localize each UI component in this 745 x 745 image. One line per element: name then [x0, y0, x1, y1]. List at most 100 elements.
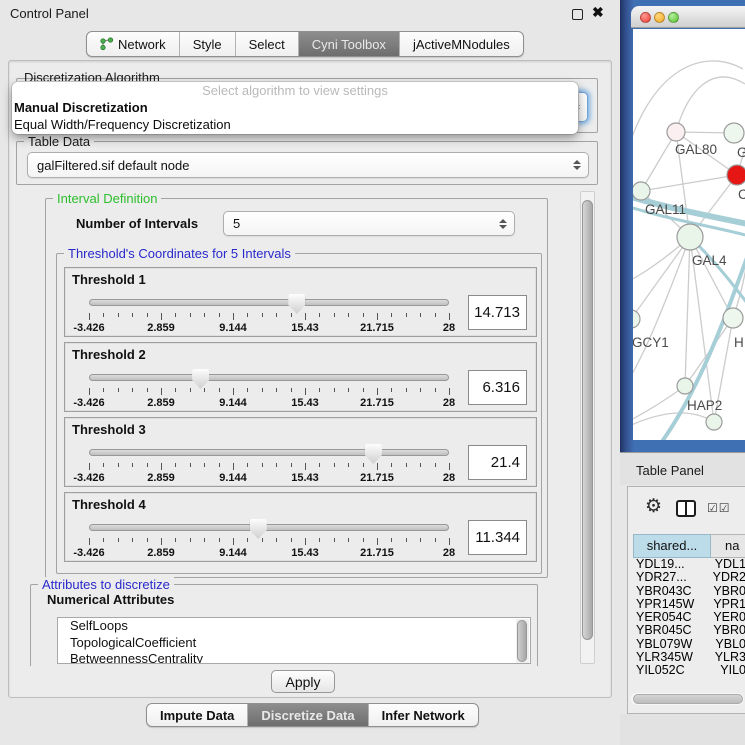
- table-body: YDL19...YDL1YDR27...YDR2YBR043CYBR0YPR14…: [633, 558, 745, 678]
- bottom-filler: [620, 714, 745, 745]
- list-scrollbar[interactable]: [516, 619, 529, 664]
- tick-mark: [262, 313, 263, 317]
- threshold-value-field[interactable]: 6.316: [468, 370, 527, 405]
- tick-mark: [89, 463, 90, 470]
- gear-icon[interactable]: ⚙: [645, 497, 662, 516]
- cell-shared-name: YER054C: [633, 611, 701, 624]
- tick-mark: [175, 313, 176, 317]
- tick-mark: [420, 463, 421, 467]
- table-row[interactable]: YLR345WYLR3: [633, 651, 745, 664]
- tick-mark: [276, 463, 277, 467]
- settings-scrollbar[interactable]: [580, 191, 595, 664]
- tick-mark: [103, 313, 104, 317]
- threshold-value-field[interactable]: 14.713: [468, 295, 527, 330]
- minimize-traffic-light[interactable]: [654, 12, 665, 23]
- column-header-shared[interactable]: shared...: [633, 534, 711, 558]
- threshold-value-field[interactable]: 21.4: [468, 445, 527, 480]
- network-node[interactable]: [667, 123, 685, 141]
- tab-style[interactable]: Style: [179, 32, 235, 56]
- slider-track[interactable]: [89, 299, 449, 306]
- close-traffic-light[interactable]: [640, 12, 651, 23]
- table-row[interactable]: YIL052CYIL0: [633, 664, 745, 677]
- tick-mark: [334, 313, 335, 317]
- tick-mark: [89, 313, 90, 320]
- tick-mark: [190, 538, 191, 542]
- tick-mark: [305, 313, 306, 320]
- network-node[interactable]: [633, 310, 640, 328]
- tick-mark: [161, 313, 162, 320]
- tab-label: Network: [118, 37, 166, 52]
- threshold-panel: Threshold 3-3.4262.8599.14415.4321.71528…: [64, 417, 537, 487]
- network-node[interactable]: [633, 182, 650, 200]
- table-row[interactable]: YBL079WYBL0: [633, 638, 745, 651]
- tick-mark: [204, 388, 205, 392]
- attribute-item[interactable]: BetweennessCentrality: [58, 651, 530, 664]
- slider-track[interactable]: [89, 449, 449, 456]
- tick-mark: [190, 388, 191, 392]
- threshold-value-field[interactable]: 11.344: [468, 520, 527, 555]
- close-icon[interactable]: ✖: [592, 4, 604, 21]
- tick-mark: [233, 463, 234, 470]
- float-window-icon[interactable]: [572, 9, 583, 20]
- tab-infer-network[interactable]: Infer Network: [368, 704, 478, 726]
- network-node[interactable]: [727, 165, 745, 185]
- apply-button[interactable]: Apply: [271, 670, 335, 693]
- tick-mark: [377, 463, 378, 470]
- tick-mark: [391, 388, 392, 392]
- table-row[interactable]: YBR043CYBR0: [633, 585, 745, 598]
- tab-cyni-toolbox[interactable]: Cyni Toolbox: [298, 32, 399, 56]
- network-node[interactable]: [706, 414, 722, 430]
- table-header-row: shared... na: [633, 534, 745, 558]
- zoom-traffic-light[interactable]: [668, 12, 679, 23]
- column-header-name[interactable]: na: [711, 534, 745, 558]
- tick-mark: [276, 538, 277, 542]
- slider-thumb[interactable]: [250, 519, 267, 539]
- scale-label: 21.715: [360, 547, 394, 559]
- network-node[interactable]: [723, 308, 743, 328]
- tick-mark: [247, 388, 248, 392]
- tab-discretize-data[interactable]: Discretize Data: [247, 704, 367, 726]
- table-row[interactable]: YDR27...YDR2: [633, 571, 745, 584]
- node-label: GA: [737, 145, 745, 160]
- network-icon: [100, 37, 113, 51]
- tab-label: Style: [193, 37, 222, 52]
- tick-mark: [219, 388, 220, 392]
- tab-jactivemnodules[interactable]: jActiveMNodules: [399, 32, 523, 56]
- tick-mark: [103, 463, 104, 467]
- number-of-intervals-combo[interactable]: 5: [223, 211, 515, 236]
- tab-network[interactable]: Network: [87, 32, 179, 56]
- tab-select[interactable]: Select: [235, 32, 298, 56]
- dropdown-option[interactable]: Manual Discretization: [12, 99, 578, 116]
- network-node[interactable]: [677, 224, 703, 250]
- tick-mark: [118, 388, 119, 392]
- tick-mark: [319, 313, 320, 317]
- columns-icon[interactable]: [676, 500, 696, 517]
- attribute-item[interactable]: TopologicalCoefficient: [58, 635, 530, 652]
- dropdown-option[interactable]: Equal Width/Frequency Discretization: [12, 116, 578, 133]
- tick-mark: [406, 538, 407, 542]
- tick-mark: [219, 313, 220, 317]
- tick-mark: [348, 388, 349, 392]
- table-hscrollbar[interactable]: [631, 693, 744, 705]
- settings-scrollpane: Interval Definition Number of Intervals …: [16, 189, 598, 666]
- select-columns-icon[interactable]: ☑☑: [707, 501, 731, 515]
- tick-mark: [334, 538, 335, 542]
- slider-thumb[interactable]: [192, 369, 209, 389]
- table-data-combo[interactable]: galFiltered.sif default node: [27, 152, 589, 178]
- table-row[interactable]: YDL19...YDL1: [633, 558, 745, 571]
- network-canvas[interactable]: GAL80GAGAL11CGAL4GCY1HHAP2: [633, 29, 745, 440]
- tab-impute-data[interactable]: Impute Data: [147, 704, 247, 726]
- slider-thumb[interactable]: [288, 294, 305, 314]
- table-row[interactable]: YER054CYER0: [633, 611, 745, 624]
- table-row[interactable]: YBR045CYBR0: [633, 624, 745, 637]
- network-node[interactable]: [724, 123, 744, 143]
- attribute-item[interactable]: SelfLoops: [58, 618, 530, 635]
- tick-mark: [132, 463, 133, 467]
- slider-thumb[interactable]: [365, 444, 382, 464]
- slider-track[interactable]: [89, 524, 449, 531]
- network-node[interactable]: [677, 378, 693, 394]
- slider-track[interactable]: [89, 374, 449, 381]
- table-row[interactable]: YPR145WYPR1: [633, 598, 745, 611]
- numerical-attributes-list[interactable]: SelfLoopsTopologicalCoefficientBetweenne…: [57, 617, 531, 664]
- scale-label: -3.426: [73, 472, 104, 484]
